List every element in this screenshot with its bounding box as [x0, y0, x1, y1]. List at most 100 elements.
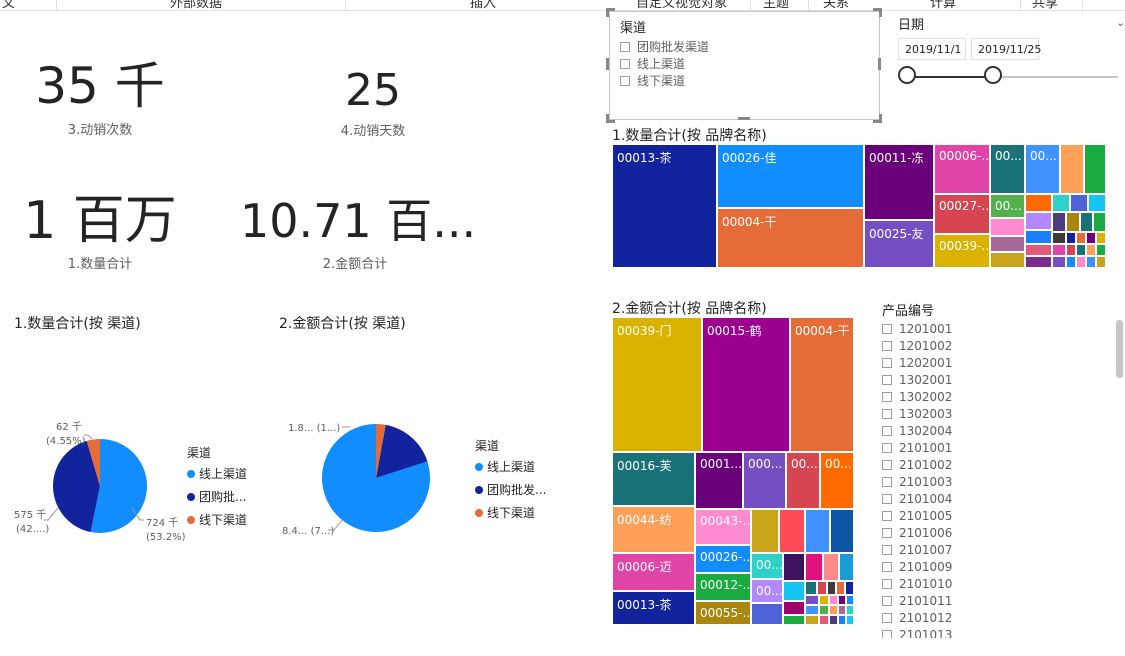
product-option[interactable]: 1302004	[882, 422, 1042, 439]
checkbox[interactable]	[882, 561, 892, 572]
treemap-cell[interactable]	[846, 595, 854, 605]
treemap-cell[interactable]	[1093, 212, 1106, 232]
product-option[interactable]: 1201001	[882, 320, 1042, 337]
ribbon-tab-calculate[interactable]: 计算	[930, 0, 956, 10]
treemap-cell[interactable]: 00006-...	[934, 144, 990, 194]
treemap-qty[interactable]: 00013-茶 00026-佳 00004-干 00011-冻 00025-友 …	[612, 144, 1106, 268]
resize-handle[interactable]	[606, 58, 609, 70]
ribbon-tab-relations[interactable]: 关系	[823, 0, 849, 10]
channel-option-group[interactable]: 团购批发渠道	[620, 38, 709, 55]
legend-item-group[interactable]: 团购批发...	[475, 478, 546, 501]
treemap-cell[interactable]	[1052, 256, 1066, 268]
checkbox[interactable]	[882, 425, 892, 436]
treemap-cell[interactable]	[829, 615, 838, 625]
treemap-cell[interactable]: 00012-...	[695, 573, 751, 601]
treemap-cell[interactable]	[1025, 212, 1052, 230]
product-slicer-scrollbar[interactable]	[1116, 320, 1123, 378]
ribbon-tab-theme[interactable]: 主题	[763, 0, 789, 10]
checkbox[interactable]	[882, 391, 892, 402]
treemap-cell[interactable]	[819, 595, 829, 605]
product-option[interactable]: 2101010	[882, 575, 1042, 592]
treemap-cell[interactable]: 00025-友	[864, 220, 934, 268]
product-option[interactable]: 1302002	[882, 388, 1042, 405]
treemap-cell[interactable]	[827, 581, 836, 595]
ribbon-tab-share[interactable]: 共享	[1032, 0, 1058, 10]
legend-item-offline[interactable]: 线下渠道	[187, 508, 247, 531]
legend-item-group[interactable]: 团购批...	[187, 485, 247, 508]
treemap-cell[interactable]	[1076, 232, 1086, 244]
treemap-cell[interactable]	[1052, 194, 1070, 212]
checkbox[interactable]	[882, 459, 892, 470]
treemap-cell[interactable]	[1066, 244, 1076, 256]
legend-item-offline[interactable]: 线下渠道	[475, 501, 546, 524]
treemap-cell[interactable]: 00...	[990, 144, 1025, 194]
treemap-cell[interactable]	[1025, 194, 1052, 212]
checkbox[interactable]	[882, 476, 892, 487]
treemap-cell[interactable]: 00055-...	[695, 601, 751, 625]
checkbox[interactable]	[882, 323, 892, 334]
treemap-cell[interactable]	[805, 581, 817, 595]
checkbox[interactable]	[620, 58, 630, 69]
date-slider-start-handle[interactable]	[898, 66, 916, 84]
checkbox[interactable]	[620, 75, 630, 86]
product-option[interactable]: 2101012	[882, 609, 1042, 626]
resize-handle[interactable]	[738, 117, 750, 120]
product-option[interactable]: 1302001	[882, 371, 1042, 388]
treemap-cell[interactable]	[830, 509, 854, 553]
treemap-cell[interactable]	[823, 553, 839, 581]
treemap-cell[interactable]: 00039-门	[612, 317, 702, 452]
checkbox[interactable]	[882, 442, 892, 453]
treemap-cell[interactable]	[1086, 232, 1096, 244]
treemap-cell[interactable]: 00006-迈	[612, 553, 695, 591]
resize-handle[interactable]	[606, 8, 615, 17]
treemap-cell[interactable]	[783, 553, 805, 581]
product-option[interactable]: 2101005	[882, 507, 1042, 524]
treemap-cell[interactable]	[1096, 232, 1106, 244]
treemap-cell[interactable]: 00...	[751, 579, 783, 603]
treemap-cell[interactable]	[990, 218, 1025, 236]
checkbox[interactable]	[620, 41, 630, 52]
treemap-cell[interactable]: 0001...	[695, 452, 743, 509]
checkbox[interactable]	[882, 629, 892, 638]
product-option[interactable]: 2101004	[882, 490, 1042, 507]
checkbox[interactable]	[882, 527, 892, 538]
treemap-cell[interactable]	[1052, 244, 1066, 256]
date-start-input[interactable]: 2019/11/1	[898, 38, 966, 60]
date-slider-end-handle[interactable]	[984, 66, 1002, 84]
resize-handle[interactable]	[606, 114, 615, 123]
treemap-cell[interactable]	[1086, 244, 1096, 256]
treemap-cell[interactable]: 00013-茶	[612, 591, 695, 625]
treemap-cell[interactable]: 00...	[786, 452, 820, 509]
treemap-cell[interactable]	[1066, 256, 1076, 268]
treemap-cell[interactable]	[805, 615, 819, 625]
treemap-cell[interactable]	[783, 581, 805, 601]
resize-handle[interactable]	[878, 58, 881, 70]
ribbon-tab-external-data[interactable]: 外部数据	[170, 0, 222, 10]
date-end-input[interactable]: 2019/11/25	[971, 38, 1041, 60]
treemap-cell[interactable]	[1096, 256, 1106, 268]
treemap-cell[interactable]	[783, 615, 805, 625]
treemap-cell[interactable]: 00016-芙	[612, 452, 695, 506]
treemap-cell[interactable]: 00044-纺	[612, 506, 695, 553]
product-option[interactable]: 2101003	[882, 473, 1042, 490]
treemap-cell[interactable]	[805, 595, 819, 605]
pie-amount-chart[interactable]: 1.8... (1...) 8.4... (7...)	[270, 410, 470, 550]
treemap-cell[interactable]	[805, 605, 819, 615]
checkbox[interactable]	[882, 612, 892, 623]
treemap-cell[interactable]	[1088, 194, 1106, 212]
treemap-cell[interactable]: 00...	[990, 194, 1025, 218]
product-option[interactable]: 2101007	[882, 541, 1042, 558]
checkbox[interactable]	[882, 595, 892, 606]
treemap-cell[interactable]: 00015-鹤	[702, 317, 790, 452]
treemap-cell[interactable]	[990, 252, 1025, 268]
treemap-cell[interactable]: 00027-...	[934, 194, 990, 234]
treemap-cell[interactable]: 00...	[1025, 144, 1060, 194]
treemap-cell[interactable]	[1080, 212, 1093, 232]
treemap-cell[interactable]	[1070, 194, 1088, 212]
pie-qty-chart[interactable]: 62 千 (4.55%) 575 千 (42....) 724 千 (53.2%…	[0, 410, 190, 560]
treemap-cell[interactable]	[990, 236, 1025, 252]
treemap-cell[interactable]	[783, 601, 805, 615]
treemap-cell[interactable]: 00013-茶	[612, 144, 717, 268]
product-slicer-list[interactable]: 1201001 1201002 1202001 1302001 1302002 …	[882, 320, 1042, 638]
product-option[interactable]: 2101009	[882, 558, 1042, 575]
